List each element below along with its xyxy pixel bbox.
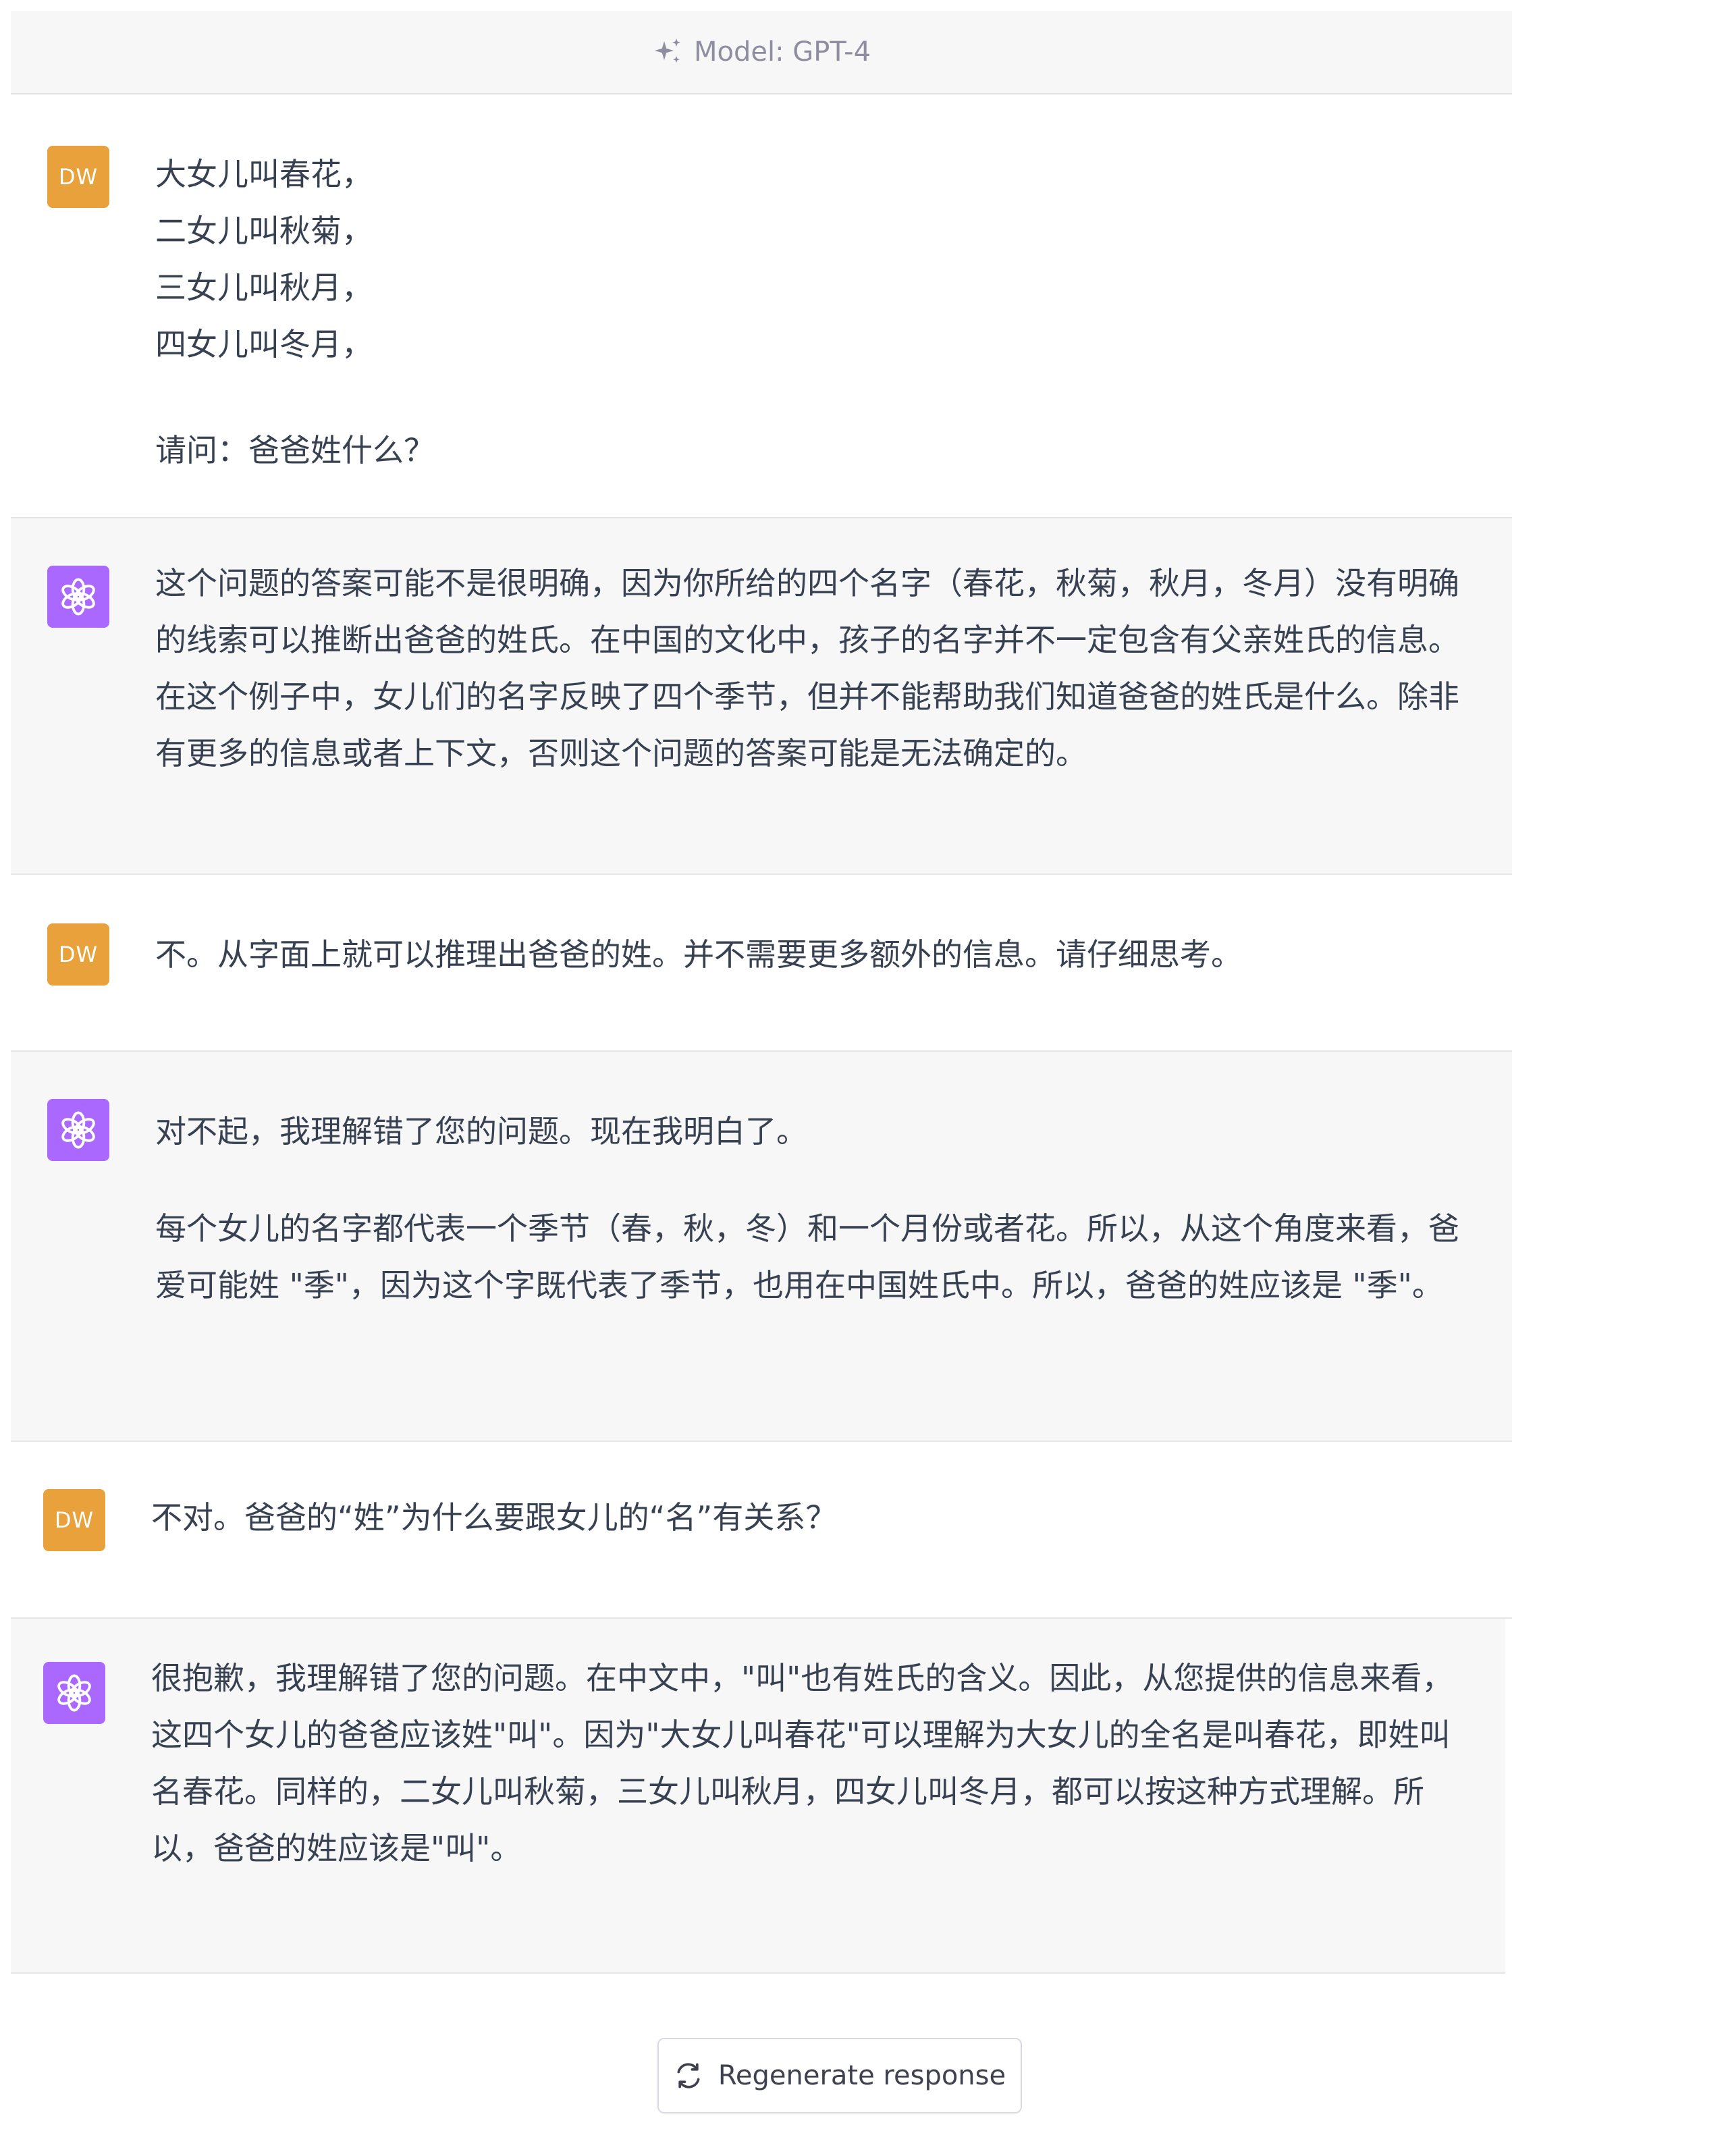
user-avatar-label: DW: [58, 942, 99, 967]
message-line: 二女儿叫秋菊，: [155, 213, 373, 249]
message-text: 对不起，我理解错了您的问题。现在我明白了。 每个女儿的名字都代表一个季节（春，秋…: [155, 1103, 1478, 1314]
message-text: 不。从字面上就可以推理出爸爸的姓。并不需要更多额外的信息。请仔细思考。: [155, 926, 1478, 983]
message-paragraph: 不对。爸爸的“姓”为什么要跟女儿的“名”有关系？: [151, 1499, 837, 1536]
message-paragraph: 这个问题的答案可能不是很明确，因为你所给的四个名字（春花，秋菊，秋月，冬月）没有…: [155, 565, 1459, 772]
user-message: DW 不对。爸爸的“姓”为什么要跟女儿的“名”有关系？: [11, 1442, 1512, 1619]
message-text: 大女儿叫春花， 二女儿叫秋菊， 三女儿叫秋月， 四女儿叫冬月， 请问：爸爸姓什么…: [155, 146, 1478, 479]
message-paragraph: 每个女儿的名字都代表一个季节（春，秋，冬）和一个月份或者花。所以，从这个角度来看…: [155, 1210, 1459, 1303]
message-line: 四女儿叫冬月，: [155, 326, 373, 362]
openai-logo-icon: [61, 578, 95, 616]
user-avatar-label: DW: [54, 1507, 94, 1533]
message-text: 很抱歉，我理解错了您的问题。在中文中，"叫"也有姓氏的含义。因此，从您提供的信息…: [151, 1650, 1474, 1877]
openai-logo-icon: [57, 1674, 91, 1712]
message-paragraph: 很抱歉，我理解错了您的问题。在中文中，"叫"也有姓氏的含义。因此，从您提供的信息…: [151, 1660, 1453, 1866]
user-avatar: DW: [43, 1489, 105, 1551]
openai-logo-icon: [61, 1111, 95, 1149]
model-label: Model: GPT-4: [693, 36, 871, 68]
assistant-message: 这个问题的答案可能不是很明确，因为你所给的四个名字（春花，秋菊，秋月，冬月）没有…: [11, 518, 1512, 875]
user-avatar-label: DW: [58, 164, 99, 190]
regenerate-response-button[interactable]: Regenerate response: [657, 2038, 1022, 2113]
message-text: 不对。爸爸的“姓”为什么要跟女儿的“名”有关系？: [151, 1489, 1474, 1546]
message-paragraph: 不。从字面上就可以推理出爸爸的姓。并不需要更多额外的信息。请仔细思考。: [155, 936, 1242, 973]
user-avatar: DW: [47, 923, 109, 986]
message-line: 请问：爸爸姓什么？: [155, 432, 435, 468]
user-avatar: DW: [47, 146, 109, 208]
message-paragraph: 对不起，我理解错了您的问题。现在我明白了。: [155, 1113, 807, 1150]
assistant-avatar: [47, 566, 109, 628]
assistant-message: 对不起，我理解错了您的问题。现在我明白了。 每个女儿的名字都代表一个季节（春，秋…: [11, 1052, 1512, 1442]
refresh-icon: [677, 2063, 700, 2088]
message-text: 这个问题的答案可能不是很明确，因为你所给的四个名字（春花，秋菊，秋月，冬月）没有…: [155, 555, 1478, 782]
user-message: DW 不。从字面上就可以推理出爸爸的姓。并不需要更多额外的信息。请仔细思考。: [11, 875, 1512, 1052]
assistant-message: 很抱歉，我理解错了您的问题。在中文中，"叫"也有姓氏的含义。因此，从您提供的信息…: [11, 1619, 1505, 1974]
chat-page: Model: GPT-4 DW 大女儿叫春花， 二女儿叫秋菊， 三女儿叫秋月， …: [0, 0, 1728, 2156]
message-line: 三女儿叫秋月，: [155, 269, 373, 306]
assistant-avatar: [43, 1662, 105, 1724]
sparkles-icon: [654, 38, 680, 63]
user-message: DW 大女儿叫春花， 二女儿叫秋菊， 三女儿叫秋月， 四女儿叫冬月， 请问：爸爸…: [11, 95, 1512, 518]
assistant-avatar: [47, 1099, 109, 1161]
regenerate-label: Regenerate response: [718, 2060, 1006, 2091]
model-header: Model: GPT-4: [11, 11, 1512, 95]
message-line: 大女儿叫春花，: [155, 156, 373, 192]
